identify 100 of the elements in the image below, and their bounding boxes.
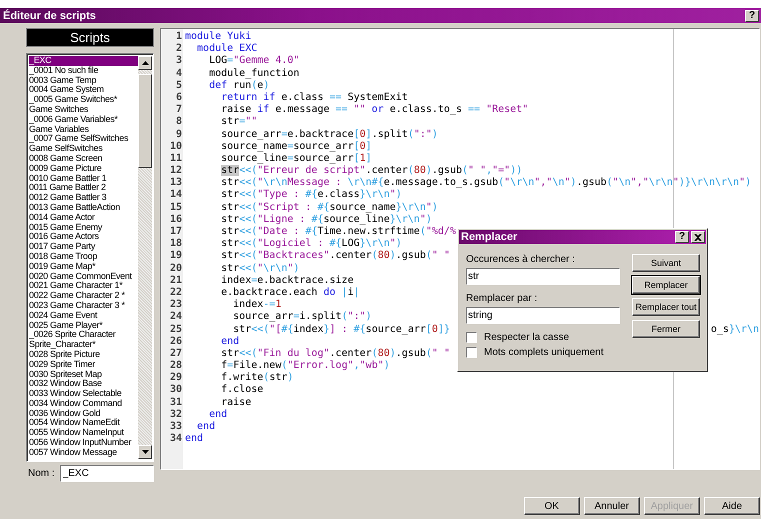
code-line: module Yuki xyxy=(185,31,252,43)
script-list-item[interactable]: 0036 Window Gold xyxy=(29,408,138,418)
script-list-item[interactable]: _EXC xyxy=(29,56,138,66)
script-list-item[interactable]: 0010 Game Battler 1 xyxy=(29,174,138,184)
script-list-item[interactable]: _0005 Game Switches* xyxy=(29,95,138,105)
line-number: 34 xyxy=(168,433,183,446)
script-list-item[interactable]: 0054 Window NameEdit xyxy=(29,418,138,428)
code-line: end xyxy=(185,433,204,446)
line-number: 6 xyxy=(174,92,183,104)
script-list-item[interactable]: 0013 Game BattleAction xyxy=(29,202,138,213)
line-number: 23 xyxy=(168,299,183,312)
help-button[interactable]: ? xyxy=(675,231,689,243)
scroll-down-icon[interactable] xyxy=(142,450,148,454)
line-number: 26 xyxy=(168,336,183,348)
close-button[interactable] xyxy=(691,231,705,243)
script-list-item[interactable]: 0034 Window Command xyxy=(29,398,138,409)
code-line: str<<("Script : #{source_name}\r\n") xyxy=(220,202,438,214)
script-list-item[interactable]: _0006 Game Variables* xyxy=(29,114,138,125)
script-list-item[interactable]: 0025 Game Player* xyxy=(29,320,138,330)
script-list-item[interactable]: 0056 Window InputNumber xyxy=(29,438,138,448)
scroll-up-icon[interactable] xyxy=(142,61,148,65)
close-icon[interactable] xyxy=(694,234,702,240)
script-list-item[interactable]: 0057 Window Message xyxy=(29,448,138,458)
line-number: 30 xyxy=(168,384,183,397)
name-field[interactable]: _EXC xyxy=(60,465,154,482)
script-list-item[interactable]: 0014 Game Actor xyxy=(29,212,138,223)
help-button[interactable]: ? xyxy=(745,10,759,22)
script-list-item[interactable]: 0022 Game Character 2 * xyxy=(29,291,138,301)
script-list-item[interactable]: 0017 Game Party xyxy=(29,242,138,252)
code-line: module_function xyxy=(208,68,300,80)
script-list-item[interactable]: 0019 Game Map* xyxy=(29,262,138,272)
line-number: 3 xyxy=(174,55,183,68)
dialog-button[interactable]: Fermer xyxy=(632,320,700,338)
script-list-item[interactable]: 0032 Window Base xyxy=(29,379,138,390)
script-list-item[interactable]: 0018 Game Troop xyxy=(29,252,138,262)
line-number: 31 xyxy=(168,396,183,409)
script-list-item[interactable]: _0026 Sprite Character xyxy=(29,330,138,340)
script-list-item[interactable]: 0004 Game System xyxy=(29,85,138,96)
checkbox[interactable] xyxy=(466,347,477,358)
script-list-item[interactable]: 0023 Game Character 3 * xyxy=(29,300,138,311)
script-list-item[interactable]: 0033 Window Selectable xyxy=(29,389,138,399)
script-list-item[interactable]: 0015 Game Enemy xyxy=(29,222,138,232)
find-field[interactable]: str xyxy=(466,268,620,285)
line-number: 9 xyxy=(174,128,183,141)
line-number: 33 xyxy=(168,421,183,434)
code-fragment: o_s}\r\n xyxy=(710,324,759,336)
script-list-item[interactable]: Game SelfSwitches xyxy=(29,144,138,154)
dialog-button[interactable]: Aide xyxy=(704,497,760,515)
script-list-item[interactable]: _0007 Game SelfSwitches xyxy=(29,134,138,144)
line-number: 15 xyxy=(168,202,183,214)
code-line: e.backtrace.each do |i| xyxy=(220,286,360,299)
name-label: Nom : xyxy=(27,468,55,479)
script-list-item[interactable]: Game Switches xyxy=(29,104,138,115)
dialog-button[interactable]: Annuler xyxy=(584,497,640,515)
line-number: 2 xyxy=(174,43,183,56)
dialog-button[interactable]: Remplacer xyxy=(632,276,700,294)
script-list-item[interactable]: 0030 Spriteset Map xyxy=(29,370,138,380)
script-list-item[interactable]: 0029 Sprite Timer xyxy=(29,360,138,370)
list-header: Scripts xyxy=(26,28,154,47)
script-list-item[interactable]: 0028 Sprite Picture xyxy=(29,350,138,360)
scrollbar[interactable] xyxy=(138,56,152,459)
script-list-item[interactable]: 0011 Game Battler 2 xyxy=(29,183,138,194)
line-number: 17 xyxy=(168,226,183,238)
dialog-button[interactable]: Remplacer tout xyxy=(632,298,700,316)
script-list-item[interactable]: 0009 Game Picture xyxy=(29,164,138,174)
checkbox-label: Respecter la casse xyxy=(484,332,570,343)
checkbox-label: Mots complets uniquement xyxy=(484,347,604,358)
script-list-item[interactable]: 0008 Game Screen xyxy=(29,154,138,164)
line-number: 19 xyxy=(168,250,183,263)
code-line: index-=1 xyxy=(232,299,282,312)
script-list-item[interactable]: 0016 Game Actors xyxy=(29,232,138,242)
line-number: 24 xyxy=(168,311,183,324)
line-number: 32 xyxy=(168,408,183,421)
code-line: str<<("Backtraces".center(80).gsub(" " xyxy=(220,250,450,263)
code-line: module EXC xyxy=(196,43,258,56)
script-list-item[interactable]: Game Variables xyxy=(29,124,138,134)
script-list-item[interactable]: _0001 No such file xyxy=(29,66,138,76)
replace-field[interactable]: string xyxy=(466,307,620,324)
code-line: str<<("\r\n") xyxy=(220,262,300,275)
script-list-item[interactable]: 0012 Game Battler 3 xyxy=(29,193,138,203)
code-line: source_name=source_arr[0] xyxy=(220,140,372,153)
scrollbar-thumb[interactable] xyxy=(138,74,152,168)
script-list-item[interactable]: 0020 Game CommonEvent xyxy=(29,272,138,282)
script-list-item[interactable]: 0003 Game Temp xyxy=(29,76,138,86)
code-line: index=e.backtrace.size xyxy=(220,274,354,287)
script-list-item[interactable]: Sprite_Character* xyxy=(29,340,138,350)
checkbox[interactable] xyxy=(466,332,477,343)
script-list-item[interactable]: 0024 Game Event xyxy=(29,310,138,321)
replace-label: Remplacer par : xyxy=(466,293,538,305)
code-line: end xyxy=(196,421,216,433)
script-list-item[interactable]: 0021 Game Character 1* xyxy=(29,281,138,292)
line-number: 20 xyxy=(168,262,183,275)
dialog-button[interactable]: Suivant xyxy=(632,254,700,272)
code-line: source_arr=e.backtrace[0].split(":") xyxy=(220,128,438,141)
script-list-item[interactable]: 0055 Window NameInput xyxy=(29,428,138,438)
dialog-button[interactable]: OK xyxy=(524,497,580,515)
code-line: str<<("Erreur de script".center(80).gsub(" ","=")) xyxy=(220,165,522,177)
code-line: f.close xyxy=(220,384,264,397)
code-line: source_arr=i.split(":") xyxy=(232,311,372,324)
code-line: end xyxy=(220,336,240,348)
